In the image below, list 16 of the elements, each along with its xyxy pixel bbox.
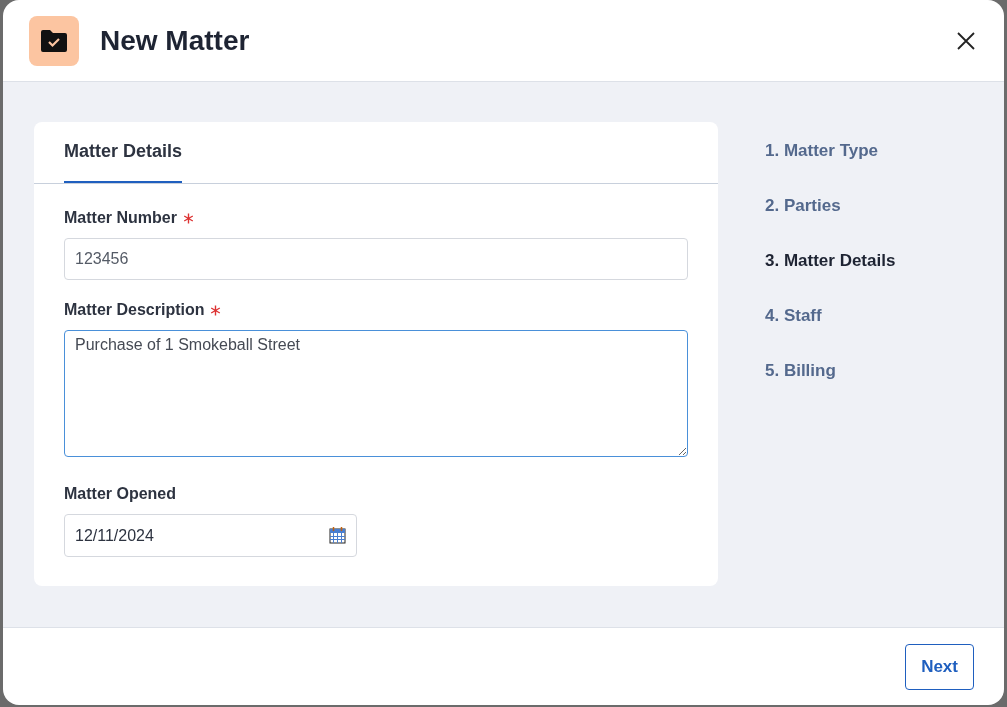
step-link[interactable]: 5. Billing (765, 359, 896, 383)
calendar-icon[interactable] (329, 526, 346, 544)
step-link[interactable]: 1. Matter Type (765, 139, 896, 163)
next-button[interactable]: Next (905, 643, 974, 690)
tab[interactable]: Matter Details (64, 122, 183, 183)
date-input-field[interactable]: 12/11/2024 (64, 514, 357, 557)
step-link[interactable]: 2. Parties (765, 194, 896, 218)
text-input-field[interactable]: 123456 (64, 238, 688, 280)
step-link[interactable]: 3. Matter Details (765, 249, 896, 273)
dialog-title: New Matter (100, 23, 250, 58)
textarea-field[interactable]: Purchase of 1 Smokeball Street (64, 330, 688, 457)
step-link[interactable]: 4. Staff (765, 304, 896, 328)
field-label: Matter Description (64, 300, 205, 320)
field-label: Matter Number (64, 208, 177, 228)
folder-check-icon (29, 15, 79, 66)
field-label: Matter Opened (64, 484, 176, 504)
